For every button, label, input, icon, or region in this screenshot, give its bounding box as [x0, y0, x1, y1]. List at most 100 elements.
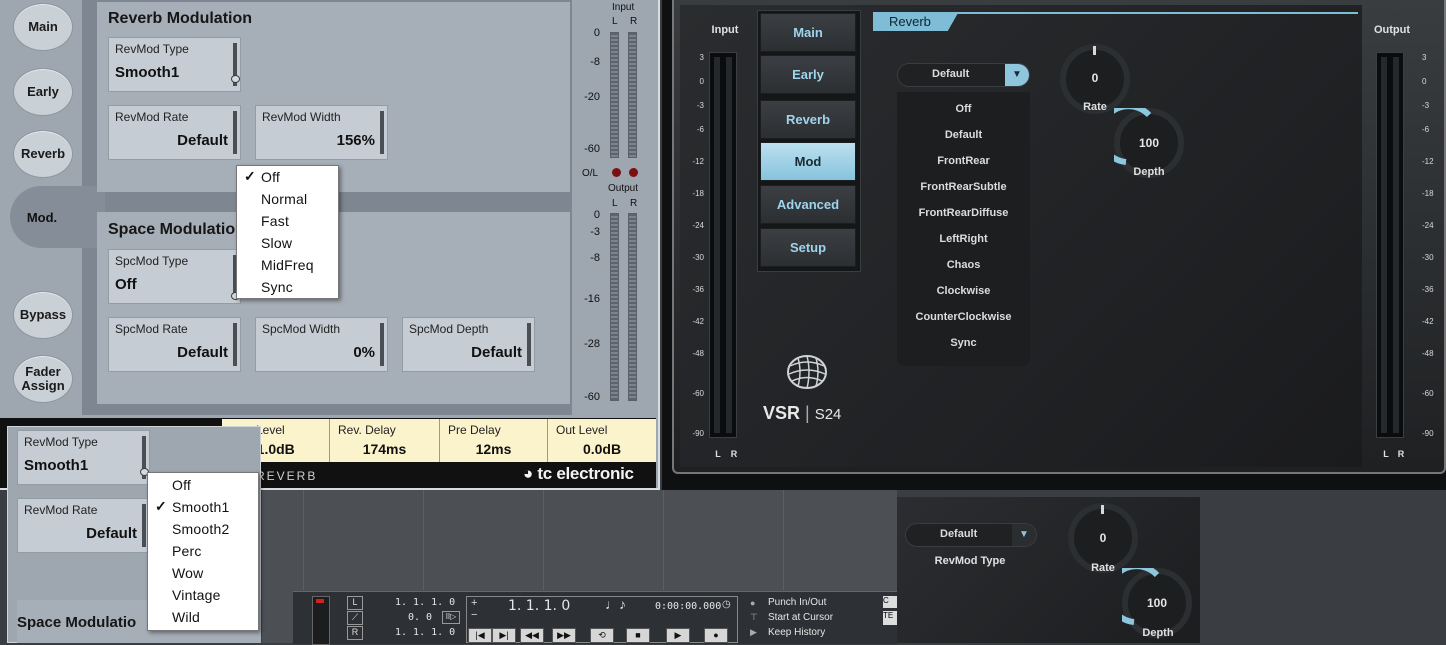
tc-tab-reverb[interactable]: Reverb: [13, 130, 73, 178]
revmod-type-label: RevMod Type: [115, 42, 189, 56]
tc-fader-assign-button[interactable]: Fader Assign: [13, 355, 73, 403]
tc-bypass-button[interactable]: Bypass: [13, 291, 73, 339]
transport-te-button[interactable]: TE: [883, 611, 897, 625]
tc-tab-early[interactable]: Early: [13, 68, 73, 116]
menu-item-sync[interactable]: Sync: [261, 279, 293, 295]
spcmod-rate-slider[interactable]: [233, 323, 237, 366]
vsr-list-item-counterclockwise[interactable]: CounterClockwise: [897, 311, 1030, 323]
start-at-cursor-option[interactable]: Start at Cursor: [768, 612, 833, 623]
tc-tab-main[interactable]: Main: [13, 3, 73, 51]
menu-item-wild[interactable]: Wild: [172, 609, 200, 625]
menu-item-fast[interactable]: Fast: [261, 213, 289, 229]
revmod-rate-param[interactable]: RevMod Rate Default: [108, 105, 241, 160]
revmod-width-value: 156%: [336, 132, 375, 149]
vsr-nav-advanced[interactable]: Advanced: [760, 185, 856, 224]
menu-item-midfreq[interactable]: MidFreq: [261, 257, 314, 273]
vsr-list-item-default[interactable]: Default: [897, 129, 1030, 141]
spcmod-width-slider[interactable]: [380, 323, 384, 366]
revmod-width-slider[interactable]: [380, 111, 384, 154]
mini-revmod-type-param[interactable]: RevMod Type Smooth1: [17, 430, 150, 485]
vsr-nav-reverb[interactable]: Reverb: [760, 100, 856, 139]
menu-item-normal[interactable]: Normal: [261, 191, 307, 207]
tc-out-level-cell[interactable]: Out Level 0.0dB: [548, 419, 656, 462]
stop-button[interactable]: ■: [626, 628, 650, 643]
tc-tab-mod[interactable]: Mod.: [13, 195, 71, 241]
vsr-list-item-frontreardiffuse[interactable]: FrontRearDiffuse: [897, 207, 1030, 219]
spcmod-depth-slider[interactable]: [527, 323, 531, 366]
tc-fader-label: Fader: [25, 364, 61, 379]
plus-icon[interactable]: +: [471, 597, 477, 609]
vsr-list-item-frontrear[interactable]: FrontRear: [897, 155, 1030, 167]
revmod-type-param[interactable]: RevMod Type Smooth1: [108, 37, 241, 92]
locator-left-icon[interactable]: L: [347, 596, 363, 610]
cycle-button[interactable]: ⟲: [590, 628, 614, 643]
spcmod-depth-param[interactable]: SpcMod Depth Default: [402, 317, 535, 372]
vsr-revmod-type-dropdown[interactable]: Default ▼: [897, 63, 1030, 87]
vsr-input-tick: -48: [692, 349, 704, 358]
tc-pre-delay-cell[interactable]: Pre Delay 12ms: [440, 419, 548, 462]
record-button[interactable]: ●: [704, 628, 728, 643]
vsr-tab-reverb[interactable]: Reverb: [873, 13, 958, 31]
revmod-type-slider-handle[interactable]: [231, 75, 240, 83]
revmod-rate-slider[interactable]: [233, 111, 237, 154]
vsr-output-title: Output: [1373, 24, 1411, 36]
go-to-end-button[interactable]: ▶|: [492, 628, 516, 643]
vsr-output-tick: -48: [1422, 349, 1434, 358]
right-locator-position[interactable]: 1. 1. 1. 0: [395, 627, 455, 638]
tc-rev-delay-cell[interactable]: Rev. Delay 174ms: [330, 419, 440, 462]
vsr-list-item-off[interactable]: Off: [897, 103, 1030, 115]
menu-item-perc[interactable]: Perc: [172, 543, 202, 559]
go-to-start-button[interactable]: |◀: [468, 628, 492, 643]
tc-output-tick: -3: [590, 226, 600, 238]
time-display[interactable]: 0:00:00.000: [655, 601, 721, 612]
play-button[interactable]: ▶: [666, 628, 690, 643]
menu-item-slow[interactable]: Slow: [261, 235, 292, 251]
transport-c-button[interactable]: C: [883, 596, 897, 608]
vsr-list-item-frontrearsubtle[interactable]: FrontRearSubtle: [897, 181, 1030, 193]
vsr-logo-model: S24: [814, 406, 842, 423]
vsr-output-tick: 3: [1422, 53, 1427, 62]
tempo-readout[interactable]: 0. 0: [408, 612, 432, 623]
mini-revmod-rate-slider[interactable]: [142, 504, 146, 547]
spcmod-type-param[interactable]: SpcMod Type Off: [108, 249, 241, 304]
punch-in-out-option[interactable]: Punch In/Out: [768, 597, 826, 608]
revmod-type-popup-menu: ✓ Off Smooth1 Smooth2 Perc Wow Vintage W…: [147, 472, 259, 631]
keep-history-option[interactable]: Keep History: [768, 627, 825, 638]
vsr-nav-setup[interactable]: Setup: [760, 228, 856, 267]
vsr-nav-main[interactable]: Main: [760, 13, 856, 52]
vsr-output-tick: 0: [1422, 77, 1427, 86]
menu-item-smooth1[interactable]: Smooth1: [172, 499, 229, 515]
vsr-nav-early[interactable]: Early: [760, 55, 856, 94]
menu-item-wow[interactable]: Wow: [172, 565, 203, 581]
tc-bypass-label: Bypass: [19, 307, 67, 322]
vsr-mini-revmod-type-dropdown[interactable]: Default ▼: [905, 523, 1037, 547]
menu-item-smooth2[interactable]: Smooth2: [172, 521, 229, 537]
spcmod-width-param[interactable]: SpcMod Width 0%: [255, 317, 388, 372]
minus-icon[interactable]: −: [471, 609, 477, 621]
chevron-down-icon[interactable]: ▼: [1005, 64, 1029, 86]
tc-output-tick: 0: [593, 209, 600, 221]
left-locator-position[interactable]: 1. 1. 1. 0: [395, 597, 455, 608]
chevron-down-icon[interactable]: ▼: [1012, 524, 1036, 546]
vsr-list-item-leftright[interactable]: LeftRight: [897, 233, 1030, 245]
reverb-mod-section: [97, 2, 570, 192]
locator-right-icon[interactable]: R: [347, 626, 363, 640]
menu-item-off[interactable]: Off: [261, 169, 280, 185]
main-position-display[interactable]: 1. 1. 1. 0: [508, 598, 570, 614]
mini-revmod-rate-param[interactable]: RevMod Rate Default: [17, 498, 150, 553]
revmod-rate-label: RevMod Rate: [115, 110, 189, 124]
vsr-list-item-sync[interactable]: Sync: [897, 337, 1030, 349]
ramp-icon[interactable]: ⟋: [347, 611, 363, 625]
fast-forward-button[interactable]: ▶▶: [552, 628, 576, 643]
vsr-list-item-clockwise[interactable]: Clockwise: [897, 285, 1030, 297]
spcmod-rate-param[interactable]: SpcMod Rate Default: [108, 317, 241, 372]
vsr-nav-mod[interactable]: Mod: [760, 142, 856, 181]
menu-item-off[interactable]: Off: [172, 477, 191, 493]
vsr-list-item-chaos[interactable]: Chaos: [897, 259, 1030, 271]
clock-icon[interactable]: ◷: [722, 599, 731, 610]
rewind-button[interactable]: ◀◀: [520, 628, 544, 643]
revmod-width-label: RevMod Width: [262, 110, 341, 124]
menu-item-vintage[interactable]: Vintage: [172, 587, 221, 603]
sync-icon[interactable]: II▷: [442, 611, 460, 624]
revmod-width-param[interactable]: RevMod Width 156%: [255, 105, 388, 160]
